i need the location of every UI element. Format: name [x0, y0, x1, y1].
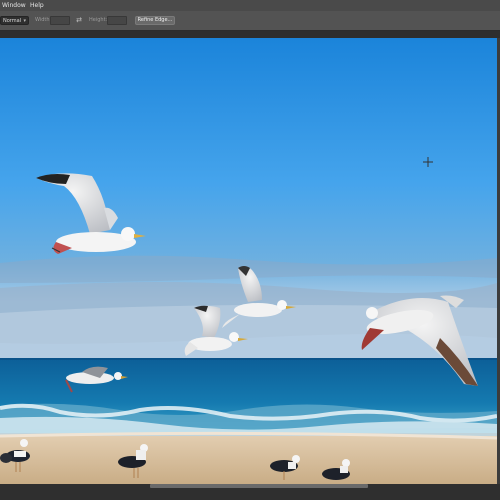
menu-help[interactable]: Help	[30, 0, 44, 11]
horizontal-scrollbar[interactable]	[0, 484, 500, 500]
width-field[interactable]	[50, 16, 70, 25]
menu-window[interactable]: Window	[2, 0, 26, 11]
height-label: Height:	[89, 17, 108, 23]
swap-arrows-icon[interactable]: ⇄	[75, 16, 83, 25]
menu-bar: Window Help	[0, 0, 500, 11]
height-field[interactable]	[107, 16, 127, 25]
document-canvas[interactable]	[0, 38, 497, 484]
style-value: Normal	[3, 18, 22, 24]
style-select[interactable]: Normal ▾	[0, 16, 29, 25]
canvas-border	[0, 31, 500, 38]
refine-edge-button[interactable]: Refine Edge...	[135, 16, 175, 25]
width-label: Width:	[35, 17, 52, 23]
seagulls-photo	[0, 38, 497, 484]
chevron-down-icon: ▾	[23, 18, 26, 24]
scrollbar-thumb[interactable]	[150, 484, 368, 488]
options-bar: Normal ▾ Width: ⇄ Height: Refine Edge...	[0, 11, 500, 31]
